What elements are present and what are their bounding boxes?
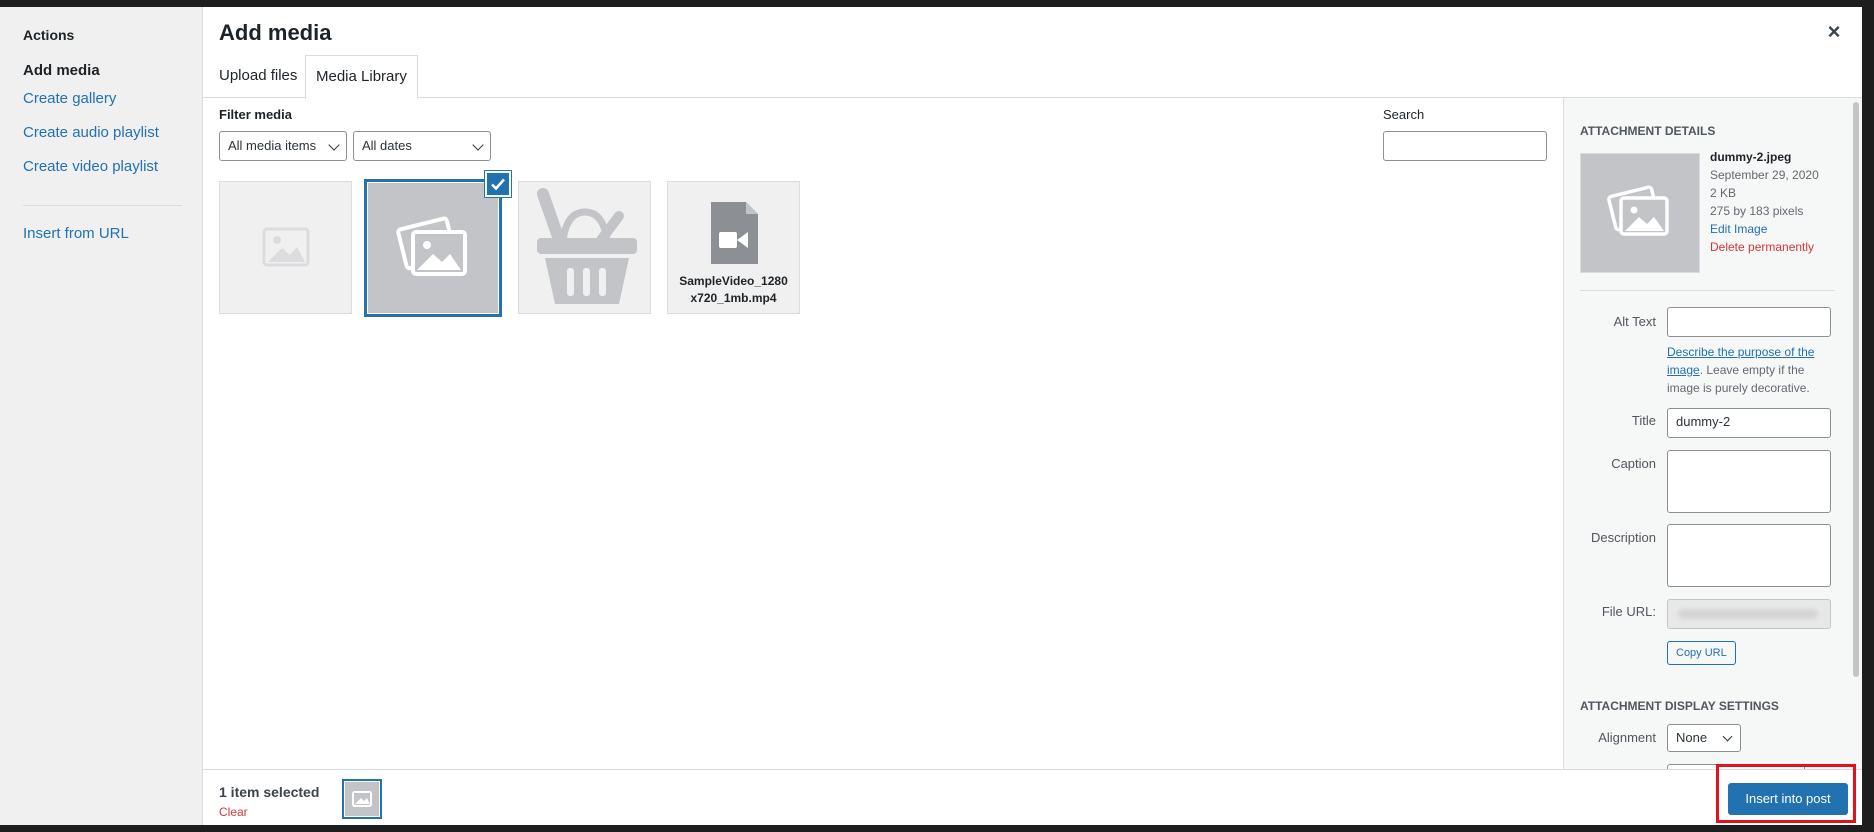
alt-text-label: Alt Text xyxy=(1613,314,1656,329)
menu-item-create-video-playlist[interactable]: Create video playlist xyxy=(23,158,158,175)
video-filename-line-1: SampleVideo_1280 xyxy=(679,274,788,288)
media-modal: Actions Add media Create gallery Create … xyxy=(0,7,1862,825)
title-label: Title xyxy=(1631,413,1656,428)
file-url-label: File URL: xyxy=(1601,604,1656,619)
copy-url-button[interactable]: Copy URL xyxy=(1667,641,1736,665)
menu-heading: Actions xyxy=(23,27,75,43)
title-field[interactable]: dummy-2 xyxy=(1667,408,1831,438)
router-tabs: Upload files Media Library xyxy=(203,55,1862,99)
alt-text-help: Describe the purpose of the image. Leave… xyxy=(1667,343,1831,397)
image-icon xyxy=(1607,185,1669,236)
modal-title: Add media xyxy=(219,20,332,45)
image-icon xyxy=(262,227,310,267)
caption-field[interactable] xyxy=(1667,450,1831,513)
close-icon[interactable]: × xyxy=(1822,20,1846,44)
image-icon xyxy=(352,791,372,807)
video-filename-line-2: x720_1mb.mp4 xyxy=(690,291,777,305)
media-item-image-2[interactable] xyxy=(364,179,502,317)
attachment-dimensions: 275 by 183 pixels xyxy=(1710,204,1804,218)
chevron-down-icon xyxy=(1722,731,1733,742)
media-type-filter-value: All media items xyxy=(228,138,317,153)
attachment-filename: dummy-2.jpeg xyxy=(1710,150,1792,164)
alignment-value: None xyxy=(1676,730,1708,745)
insert-into-post-button[interactable]: Insert into post xyxy=(1728,783,1848,815)
attachment-size: 2 KB xyxy=(1710,186,1737,200)
selected-item-thumbnail[interactable] xyxy=(342,779,382,819)
media-item-image-1[interactable] xyxy=(219,181,352,314)
media-item-basket[interactable] xyxy=(518,181,651,314)
bottom-toolbar: 1 item selected Clear Insert into post xyxy=(203,769,1862,825)
image-icon xyxy=(396,216,467,276)
basket-icon xyxy=(537,188,637,304)
tab-upload-files[interactable]: Upload files xyxy=(209,55,307,98)
menu-item-insert-from-url[interactable]: Insert from URL xyxy=(23,225,129,242)
sidebar-scrollbar[interactable] xyxy=(1850,98,1862,769)
display-settings-heading: Attachment Display Settings xyxy=(1580,699,1779,713)
details-separator xyxy=(1580,290,1835,291)
attachment-date: September 29, 2020 xyxy=(1710,168,1819,182)
menu-separator xyxy=(23,205,182,206)
search-label: Search xyxy=(1383,107,1425,122)
date-filter-value: All dates xyxy=(362,138,412,153)
attachment-thumbnail xyxy=(1580,153,1700,273)
chevron-down-icon xyxy=(472,139,484,151)
clear-selection-link[interactable]: Clear xyxy=(219,805,248,819)
filter-media-label: Filter media xyxy=(219,107,292,122)
alignment-label: Alignment xyxy=(1598,730,1656,745)
menu-item-create-gallery[interactable]: Create gallery xyxy=(23,90,116,107)
video-file-icon xyxy=(711,202,758,264)
chevron-down-icon xyxy=(328,139,340,151)
selected-check-icon[interactable] xyxy=(485,171,511,197)
attachment-details-heading: Attachment Details xyxy=(1580,124,1716,138)
description-field[interactable] xyxy=(1667,524,1831,587)
menu-item-add-media[interactable]: Add media xyxy=(23,62,100,79)
alignment-select[interactable]: None xyxy=(1667,724,1741,752)
media-menu: Actions Add media Create gallery Create … xyxy=(0,7,203,825)
attachment-details-sidebar[interactable]: Attachment Details dummy-2.jpeg Septembe… xyxy=(1563,98,1850,769)
tab-media-library[interactable]: Media Library xyxy=(305,55,418,99)
media-item-video[interactable]: SampleVideo_1280 x720_1mb.mp4 xyxy=(667,181,800,314)
selection-count: 1 item selected xyxy=(219,784,320,800)
alt-text-field[interactable] xyxy=(1667,307,1831,337)
description-label: Description xyxy=(1590,530,1656,545)
caption-label: Caption xyxy=(1611,456,1656,471)
file-url-field xyxy=(1667,599,1831,629)
search-input[interactable] xyxy=(1383,131,1547,161)
date-filter[interactable]: All dates xyxy=(353,131,491,161)
media-type-filter[interactable]: All media items xyxy=(219,131,347,161)
menu-item-create-audio-playlist[interactable]: Create audio playlist xyxy=(23,124,159,141)
video-filename: SampleVideo_1280 x720_1mb.mp4 xyxy=(668,273,799,307)
delete-permanently-link[interactable]: Delete permanently xyxy=(1710,240,1814,254)
edit-image-link[interactable]: Edit Image xyxy=(1710,222,1767,236)
